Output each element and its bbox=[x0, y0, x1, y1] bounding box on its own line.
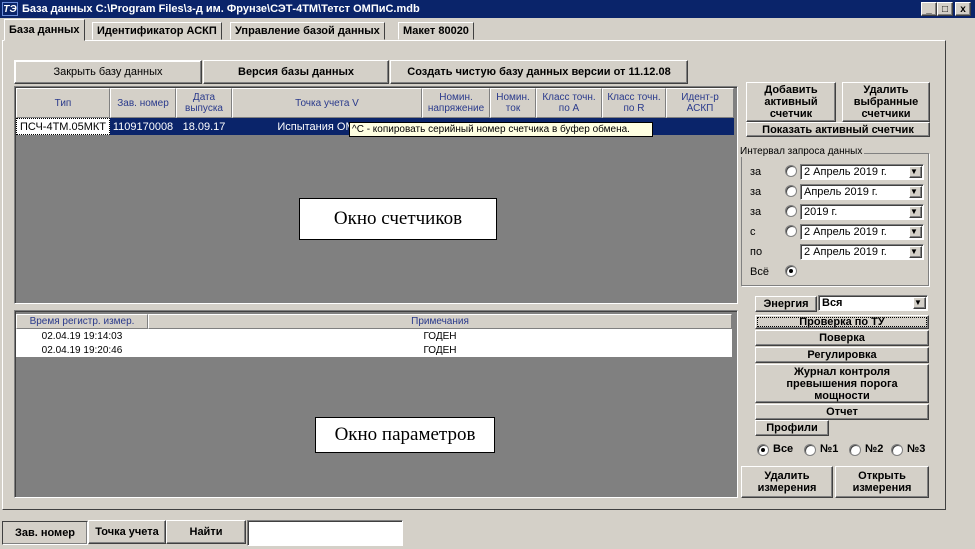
interval-label: за bbox=[750, 206, 762, 218]
energy-combo[interactable]: Вся ▼ bbox=[818, 295, 928, 311]
profile-label: №1 bbox=[820, 443, 839, 455]
col-nom-current[interactable]: Номин. ток bbox=[490, 88, 536, 118]
cell-note[interactable]: ГОДЕН bbox=[148, 343, 732, 357]
tab-layout-80020[interactable]: Макет 80020 bbox=[398, 22, 474, 40]
interval-year-combo[interactable]: 2019 г. ▼ bbox=[800, 204, 924, 220]
col-release-date[interactable]: Дата выпуска bbox=[176, 88, 232, 118]
col-reg-time[interactable]: Время регистр. измер. bbox=[16, 314, 148, 329]
chevron-down-icon[interactable]: ▼ bbox=[909, 246, 922, 258]
interval-to-combo[interactable]: 2 Апрель 2019 г. ▼ bbox=[800, 244, 924, 260]
cell-note[interactable]: ГОДЕН bbox=[148, 329, 732, 343]
meters-header: Тип Зав. номер Дата выпуска Точка учета … bbox=[16, 88, 736, 118]
col-nom-voltage[interactable]: Номин. напряжение bbox=[422, 88, 490, 118]
cell-time[interactable]: 02.04.19 19:20:46 bbox=[16, 343, 148, 357]
meters-window-label: Окно счетчиков bbox=[299, 198, 497, 240]
profile-label: №3 bbox=[907, 443, 926, 455]
interval-radio-all[interactable] bbox=[785, 265, 797, 277]
close-db-button[interactable]: Закрыть базу данных bbox=[14, 60, 202, 84]
params-window-label: Окно параметров bbox=[315, 417, 495, 453]
interval-group-title: Интервал запроса данных bbox=[738, 146, 865, 157]
energy-label: Энергия bbox=[755, 296, 817, 312]
combo-value: Вся bbox=[822, 297, 843, 309]
profile-label: №2 bbox=[865, 443, 884, 455]
cell-serial[interactable]: 1109170008 bbox=[110, 118, 176, 135]
search-by-point-tab[interactable]: Точка учета bbox=[88, 520, 166, 544]
interval-radio-year[interactable] bbox=[785, 205, 797, 217]
combo-value: 2 Апрель 2019 г. bbox=[804, 166, 887, 178]
col-class-r[interactable]: Класс точн. по R bbox=[602, 88, 666, 118]
interval-month-combo[interactable]: Апрель 2019 г. ▼ bbox=[800, 184, 924, 200]
params-grid[interactable]: Время регистр. измер. Примечания 02.04.1… bbox=[14, 310, 738, 498]
cell-ascp[interactable] bbox=[666, 118, 734, 135]
tab-database[interactable]: База данных bbox=[4, 19, 85, 41]
combo-value: 2 Апрель 2019 г. bbox=[804, 226, 887, 238]
search-by-serial-tab[interactable]: Зав. номер bbox=[2, 521, 88, 545]
open-measurements-button[interactable]: Открыть измерения bbox=[835, 466, 929, 498]
copy-serial-tooltip: ^C - копировать серийный номер счетчика … bbox=[349, 122, 653, 137]
params-header: Время регистр. измер. Примечания bbox=[16, 314, 736, 329]
maximize-button[interactable]: □ bbox=[937, 2, 953, 16]
verification-button[interactable]: Поверка bbox=[755, 330, 929, 346]
search-input[interactable] bbox=[247, 520, 403, 546]
interval-label: за bbox=[750, 166, 762, 178]
tab-ascp-id[interactable]: Идентификатор АСКП bbox=[92, 22, 222, 40]
interval-label: по bbox=[750, 246, 763, 258]
col-point[interactable]: Точка учета V bbox=[232, 88, 422, 118]
col-ascp-id[interactable]: Идент-р АСКП bbox=[666, 88, 734, 118]
power-journal-button[interactable]: Журнал контроля превышения порога мощнос… bbox=[755, 364, 929, 403]
delete-selected-meters-button[interactable]: Удалить выбранные счетчики bbox=[842, 82, 930, 122]
profile-radio-3[interactable] bbox=[891, 444, 903, 456]
table-row[interactable]: 02.04.19 19:20:46 ГОДЕН bbox=[16, 343, 732, 357]
app-icon: ТЭ bbox=[2, 2, 18, 16]
db-version-button[interactable]: Версия базы данных bbox=[203, 60, 389, 84]
col-serial[interactable]: Зав. номер bbox=[110, 88, 176, 118]
report-button[interactable]: Отчет bbox=[755, 404, 929, 420]
close-button[interactable]: x bbox=[955, 2, 971, 16]
find-button[interactable]: Найти bbox=[166, 520, 246, 544]
profile-radio-1[interactable] bbox=[804, 444, 816, 456]
check-tu-button[interactable]: Проверка по ТУ bbox=[755, 315, 929, 329]
interval-radio-day[interactable] bbox=[785, 165, 797, 177]
title-bar: ТЭ База данных C:\Program Files\з-д им. … bbox=[0, 0, 975, 18]
add-active-meter-button[interactable]: Добавить активный счетчик bbox=[746, 82, 836, 122]
cell-date[interactable]: 18.09.17 bbox=[176, 118, 232, 135]
tab-db-management[interactable]: Управление базой данных bbox=[230, 22, 385, 40]
profile-radio-2[interactable] bbox=[849, 444, 861, 456]
profile-label: Все bbox=[773, 443, 794, 455]
delete-measurements-button[interactable]: Удалить измерения bbox=[741, 466, 833, 498]
chevron-down-icon[interactable]: ▼ bbox=[913, 297, 926, 309]
create-clean-db-button[interactable]: Создать чистую базу данных версии от 11.… bbox=[390, 60, 688, 84]
combo-value: 2019 г. bbox=[804, 206, 838, 218]
interval-from-combo[interactable]: 2 Апрель 2019 г. ▼ bbox=[800, 224, 924, 240]
cell-type[interactable]: ПСЧ-4ТМ.05МКТ bbox=[16, 118, 110, 135]
table-row[interactable]: 02.04.19 19:14:03 ГОДЕН bbox=[16, 329, 732, 343]
col-type[interactable]: Тип bbox=[16, 88, 110, 118]
show-active-meter-button[interactable]: Показать активный счетчик bbox=[746, 122, 930, 137]
chevron-down-icon[interactable]: ▼ bbox=[909, 186, 922, 198]
combo-value: 2 Апрель 2019 г. bbox=[804, 246, 887, 258]
chevron-down-icon[interactable]: ▼ bbox=[909, 166, 922, 178]
meters-grid[interactable]: Тип Зав. номер Дата выпуска Точка учета … bbox=[14, 86, 738, 304]
profiles-button[interactable]: Профили bbox=[755, 420, 829, 436]
chevron-down-icon[interactable]: ▼ bbox=[909, 226, 922, 238]
interval-label: с bbox=[750, 226, 756, 238]
interval-day-combo[interactable]: 2 Апрель 2019 г. ▼ bbox=[800, 164, 924, 180]
col-class-a[interactable]: Класс точн. по А bbox=[536, 88, 602, 118]
cell-time[interactable]: 02.04.19 19:14:03 bbox=[16, 329, 148, 343]
combo-value: Апрель 2019 г. bbox=[804, 186, 878, 198]
interval-radio-month[interactable] bbox=[785, 185, 797, 197]
interval-label: за bbox=[750, 186, 762, 198]
adjustment-button[interactable]: Регулировка bbox=[755, 347, 929, 363]
all-label: Всё bbox=[750, 266, 769, 278]
window-title: База данных C:\Program Files\з-д им. Фру… bbox=[22, 3, 420, 15]
profile-radio-all[interactable] bbox=[757, 444, 769, 456]
minimize-button[interactable]: _ bbox=[921, 2, 937, 16]
chevron-down-icon[interactable]: ▼ bbox=[909, 206, 922, 218]
col-notes[interactable]: Примечания bbox=[148, 314, 732, 329]
interval-radio-range[interactable] bbox=[785, 225, 797, 237]
